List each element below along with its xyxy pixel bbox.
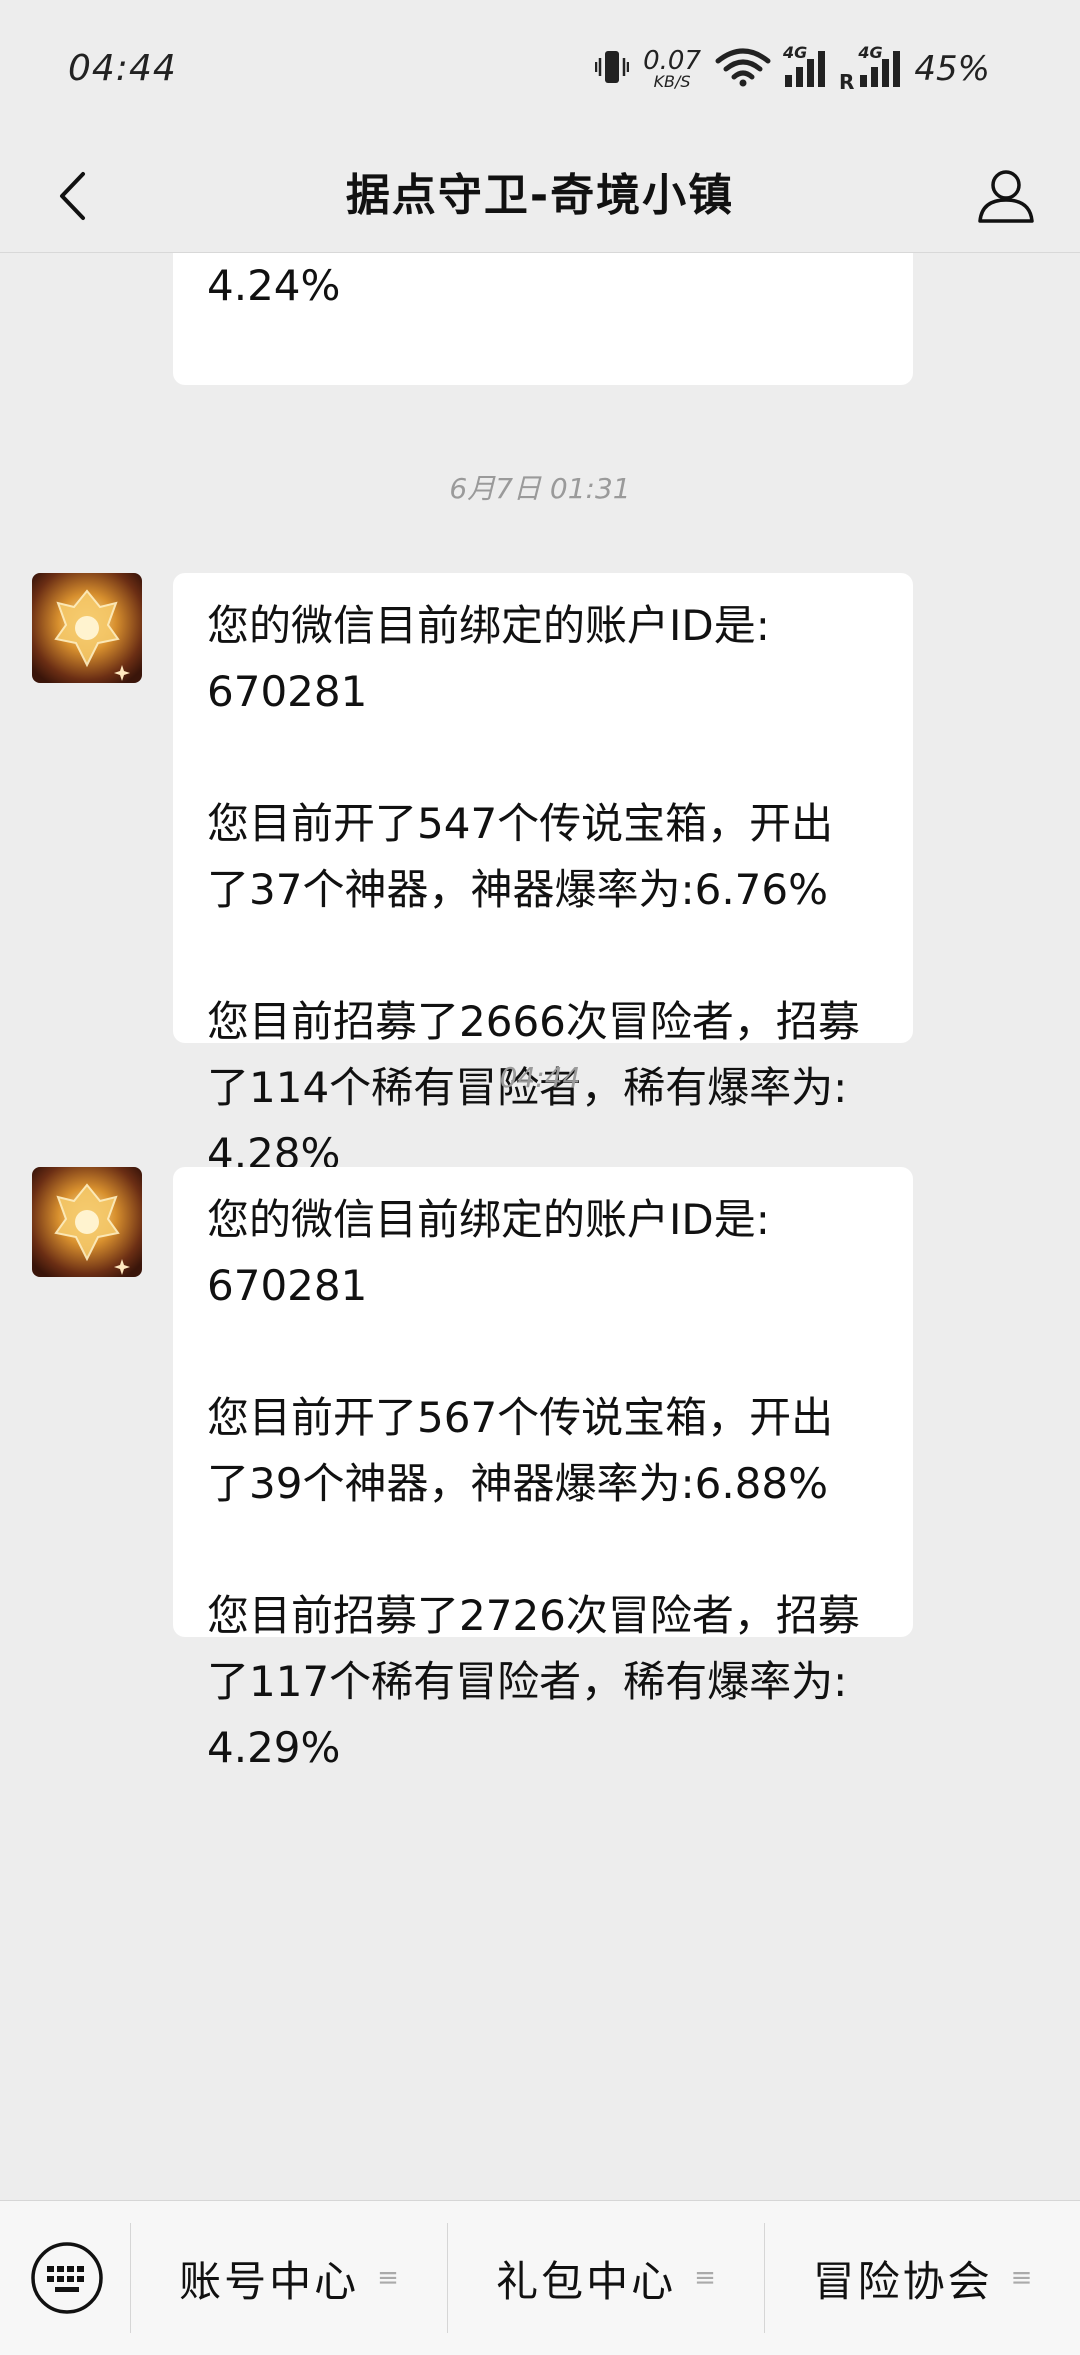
message-bubble[interactable]: 您的微信目前绑定的账户ID是: 670281 您目前开了567个传说宝箱，开出 …	[173, 1167, 913, 1772]
message-text: 您的微信目前绑定的账户ID是: 670281 您目前开了547个传说宝箱，开出 …	[207, 601, 860, 1178]
menu-item-label: 冒险协会	[812, 2256, 993, 2306]
wifi-icon	[715, 47, 771, 91]
chevron-left-icon	[60, 172, 85, 220]
signal-icon-1: 4G	[783, 43, 826, 87]
chat-messages[interactable]: 4.24% 6月7日 01:31 您的微信目前绑定的账户ID是: 670281 …	[0, 253, 1080, 2200]
menu-item-account-center[interactable]: 账号中心 ≡	[131, 2201, 447, 2355]
menu-lines-icon: ≡	[694, 2263, 716, 2293]
status-time: 04:44	[68, 48, 177, 89]
net-speed: 0.07 KB/S	[643, 48, 701, 90]
sender-avatar[interactable]	[32, 1167, 142, 1277]
menu-item-adventure-guild[interactable]: 冒险协会 ≡	[765, 2201, 1080, 2355]
chat-header: 据点守卫-奇境小镇	[0, 140, 1080, 253]
back-button[interactable]	[40, 164, 104, 228]
chat-title: 据点守卫-奇境小镇	[345, 170, 735, 221]
person-icon	[978, 170, 1034, 223]
menu-lines-icon: ≡	[1010, 2263, 1033, 2293]
message-timestamp: 6月7日 01:31	[449, 472, 631, 505]
message-text: 4.24%	[207, 261, 341, 310]
net-speed-unit: KB/S	[653, 72, 691, 91]
message-bubble-partial[interactable]: 4.24%	[173, 253, 913, 385]
profile-button[interactable]	[968, 158, 1044, 234]
message-bubble[interactable]: 您的微信目前绑定的账户ID是: 670281 您目前开了547个传说宝箱，开出 …	[173, 573, 913, 1178]
roaming-indicator: R	[839, 70, 855, 94]
menu-item-label: 账号中心	[179, 2256, 360, 2306]
menu-lines-icon: ≡	[377, 2263, 399, 2293]
message-timestamp: 04:44	[499, 1061, 581, 1094]
sender-avatar[interactable]	[32, 573, 142, 683]
battery-level: 45%	[914, 49, 990, 89]
message-text: 您的微信目前绑定的账户ID是: 670281 您目前开了567个传说宝箱，开出 …	[207, 1195, 860, 1772]
status-bar: 04:44 0.07 KB/S 4G R 4G 45%	[0, 0, 1080, 140]
keyboard-toggle-button[interactable]	[26, 2237, 108, 2319]
net-speed-value: 0.07	[643, 46, 702, 76]
menu-item-gift-center[interactable]: 礼包中心 ≡	[448, 2201, 764, 2355]
bottom-menu: 账号中心 ≡ 礼包中心 ≡ 冒险协会 ≡	[0, 2200, 1080, 2355]
keyboard-icon	[31, 2242, 103, 2314]
signal-icon-2: 4G	[858, 43, 901, 87]
menu-item-label: 礼包中心	[496, 2256, 677, 2306]
status-icons: 0.07 KB/S 4G R 4G 45%	[594, 43, 990, 94]
vibrate-icon	[594, 48, 630, 90]
